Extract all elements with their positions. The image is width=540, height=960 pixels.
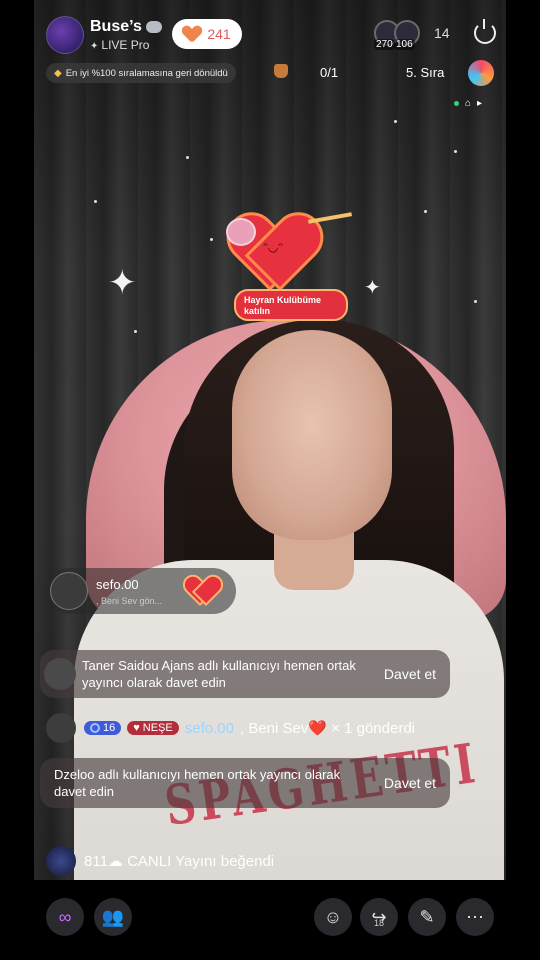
- share-count: 18: [374, 918, 385, 928]
- top-viewers[interactable]: 270 106 14: [374, 20, 450, 50]
- home-icon[interactable]: ⌂: [465, 98, 471, 109]
- gift-description: , Beni Sev gön...: [96, 595, 163, 606]
- more-icon: ⋯: [466, 906, 484, 927]
- stream-indicators: ⌂ ▸: [454, 98, 482, 109]
- fan-club-button[interactable]: Hayran Kulübüme katılın: [234, 289, 348, 321]
- effects-button[interactable]: ✎: [408, 898, 446, 936]
- chevron-right-icon[interactable]: ▸: [477, 98, 482, 109]
- sender-action: , Beni Sev❤️ × 1 gönderdi: [239, 720, 416, 737]
- gift-heart-icon: [186, 576, 216, 604]
- gift-sender-avatar[interactable]: [50, 572, 88, 610]
- viewer-count: 14: [434, 25, 450, 41]
- invite-card: Dzeloo adlı kullanıcıyı hemen ortak yayı…: [40, 758, 450, 808]
- snow-flake: [424, 210, 427, 213]
- rank-bar[interactable]: ◆ En iyi %100 sıralamasına geri dönüldü …: [46, 60, 500, 86]
- viewer-avatar[interactable]: 106: [394, 20, 420, 50]
- rank-badge-icon[interactable]: [468, 60, 494, 86]
- link-icon: ∞: [58, 906, 72, 927]
- snow-flake: [186, 156, 189, 159]
- snow-flake: [394, 120, 397, 123]
- sender-avatar[interactable]: [46, 713, 76, 743]
- bottom-toolbar: ∞ 👥 ☺ ↪ ✎ ⋯: [0, 880, 540, 960]
- chat-message: 16 ♥ NEŞE sefo.00 , Beni Sev❤️ × 1 gönder…: [46, 712, 500, 744]
- live-pro-icon: ✦: [90, 41, 99, 52]
- sparkle-icon: ✦: [108, 264, 137, 302]
- online-dot-icon: [454, 101, 459, 106]
- like-counter[interactable]: 241: [172, 19, 242, 49]
- rank-score: 0/1: [320, 65, 339, 80]
- rank-message[interactable]: ◆ En iyi %100 sıralamasına geri dönüldü: [46, 63, 236, 83]
- level-icon: [90, 723, 100, 733]
- share-button[interactable]: ↪: [360, 898, 398, 936]
- snow-flake: [94, 200, 97, 203]
- gift-notification: sefo.00 , Beni Sev gön...: [46, 568, 236, 614]
- fox-icon: [274, 64, 288, 78]
- heart-icon: [183, 26, 201, 42]
- link-button[interactable]: ∞: [46, 898, 84, 936]
- fan-badge: ♥ NEŞE: [127, 721, 179, 735]
- gift-sender-name: sefo.00: [96, 576, 139, 592]
- top-bar: Buse’s ✦ LIVE Pro 241 270 106 14: [40, 12, 506, 56]
- like-count: 241: [207, 26, 231, 42]
- invite-text: Taner Saidou Ajans adlı kullanıcıyı heme…: [82, 658, 356, 690]
- rank-place[interactable]: 5. Sıra: [406, 65, 444, 80]
- streamer-face: [232, 330, 392, 540]
- invite-button[interactable]: Davet et: [370, 666, 450, 683]
- live-video: ✦ ✦ SPAGHETTI: [34, 0, 506, 880]
- snow-flake: [474, 300, 477, 303]
- snow-flake: [210, 238, 213, 241]
- gem-icon: ◆: [54, 67, 62, 79]
- liked-text: 811☁ CANLI Yayını beğendi: [84, 853, 275, 870]
- host-profile[interactable]: Buse’s ✦ LIVE Pro: [46, 14, 162, 56]
- snow-flake: [454, 150, 457, 153]
- chat-icon: ☺: [323, 906, 343, 927]
- fan-badge-icon: ♥: [133, 722, 140, 734]
- invite-card: Taner Saidou Ajans adlı kullanıcıyı heme…: [40, 650, 450, 698]
- host-avatar[interactable]: [46, 16, 84, 54]
- snow-flake: [134, 330, 137, 333]
- invite-text: Dzeloo adlı kullanıcıyı hemen ortak yayı…: [54, 767, 341, 799]
- host-name: Buse’s: [90, 18, 142, 35]
- level-badge: 16: [84, 721, 122, 735]
- invitee-avatar[interactable]: [44, 658, 76, 690]
- heart-face-icon: ᵔ◡ᵔ: [263, 240, 283, 254]
- invite-button[interactable]: Davet et: [370, 775, 450, 792]
- like-notification: 811☁ CANLI Yayını beğendi: [46, 846, 274, 876]
- sparkle-icon: ✦: [364, 277, 381, 299]
- icecream-icon: [226, 218, 256, 246]
- guests-button[interactable]: 👥: [94, 898, 132, 936]
- liker-avatar[interactable]: [46, 846, 76, 876]
- host-subtitle: LIVE Pro: [101, 38, 150, 52]
- sender-name[interactable]: sefo.00: [185, 720, 234, 737]
- host-badge-icon: [145, 21, 162, 33]
- more-button[interactable]: ⋯: [456, 898, 494, 936]
- magic-wand-icon: ✎: [419, 906, 435, 927]
- power-icon[interactable]: [474, 19, 496, 44]
- chat-button[interactable]: ☺: [314, 898, 352, 936]
- people-icon: 👥: [101, 906, 125, 927]
